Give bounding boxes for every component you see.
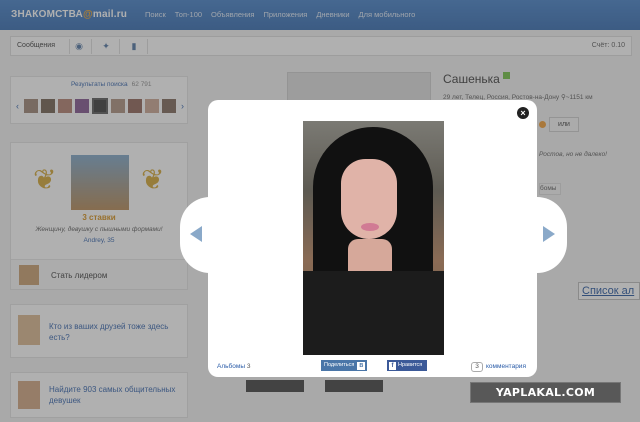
next-arrow-icon[interactable] — [543, 226, 555, 242]
albums-count: 3 — [246, 363, 251, 370]
comments-link[interactable]: 3 комментария — [471, 362, 526, 372]
fb-like-button[interactable]: f Нравится — [387, 360, 427, 371]
comment-bubble-icon: 3 — [471, 362, 483, 372]
prev-arrow-icon[interactable] — [190, 226, 202, 242]
fb-like-label: Нравится — [398, 362, 423, 368]
comments-label: комментария — [486, 363, 526, 370]
photo-clothing — [303, 271, 444, 355]
watermark: YAPLAKAL.COM — [470, 382, 621, 403]
facebook-icon: f — [389, 362, 396, 370]
vk-icon: В — [357, 362, 366, 370]
albums-link[interactable]: Альбомы 3 — [217, 363, 250, 370]
close-icon[interactable]: × — [517, 107, 529, 119]
viewer-photo[interactable] — [303, 121, 444, 355]
share-vk-button[interactable]: Поделиться В — [321, 360, 367, 371]
photo-lips — [361, 223, 379, 231]
share-label: Поделиться — [324, 362, 355, 368]
